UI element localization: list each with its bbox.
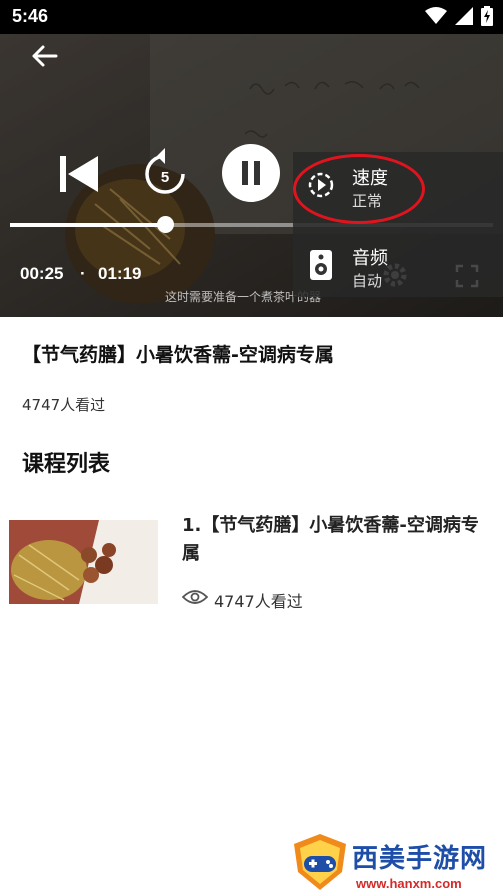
status-bar: 5:46: [0, 0, 503, 34]
total-time: 01:19: [98, 264, 142, 283]
eye-icon: [182, 590, 208, 604]
watermark-name: 西美手游网: [352, 844, 488, 874]
watermark: 西美手游网 www.hanxm.com: [290, 830, 503, 894]
video-player[interactable]: 5 00:25 · 01:19 这时需要准备一个煮茶叶的器 速度 正常 音频 自…: [0, 34, 503, 317]
lesson-title: 1.【节气药膳】小暑饮香薷-空调病专属: [182, 515, 479, 564]
current-time: 00:25: [20, 264, 64, 283]
audio-value: 自动: [352, 272, 383, 290]
speaker-icon: [310, 250, 332, 280]
gamepad-shield-logo-icon: [294, 834, 346, 890]
status-time: 5:46: [12, 6, 49, 26]
lesson-view-count: 4747人看过: [214, 592, 303, 611]
pause-icon: [242, 161, 260, 185]
lesson-item[interactable]: 1.【节气药膳】小暑饮香薷-空调病专属 4747人看过: [0, 512, 503, 612]
replay-seconds: 5: [161, 169, 169, 186]
wifi-icon: [425, 7, 447, 24]
battery-charging-icon: [481, 6, 493, 26]
time-separator: ·: [80, 264, 86, 283]
course-view-count: 4747人看过: [22, 396, 106, 414]
replay-5-icon[interactable]: 5: [140, 146, 190, 200]
status-icons: [425, 6, 493, 26]
watermark-url: www.hanxm.com: [356, 876, 462, 891]
lesson-thumbnail: [9, 520, 158, 604]
pause-button[interactable]: [222, 144, 280, 202]
highlight-ring: [293, 154, 425, 224]
skip-previous-icon[interactable]: [58, 152, 100, 196]
signal-icon: [455, 7, 473, 25]
progress-fill: [10, 223, 165, 227]
audio-label: 音频: [352, 248, 388, 269]
course-title: 【节气药膳】小暑饮香薷-空调病专属: [22, 344, 334, 366]
progress-knob[interactable]: [156, 216, 174, 233]
menu-item-audio[interactable]: 音频 自动: [293, 232, 503, 302]
section-title: 课程列表: [22, 452, 111, 477]
back-arrow-icon[interactable]: [28, 40, 62, 72]
